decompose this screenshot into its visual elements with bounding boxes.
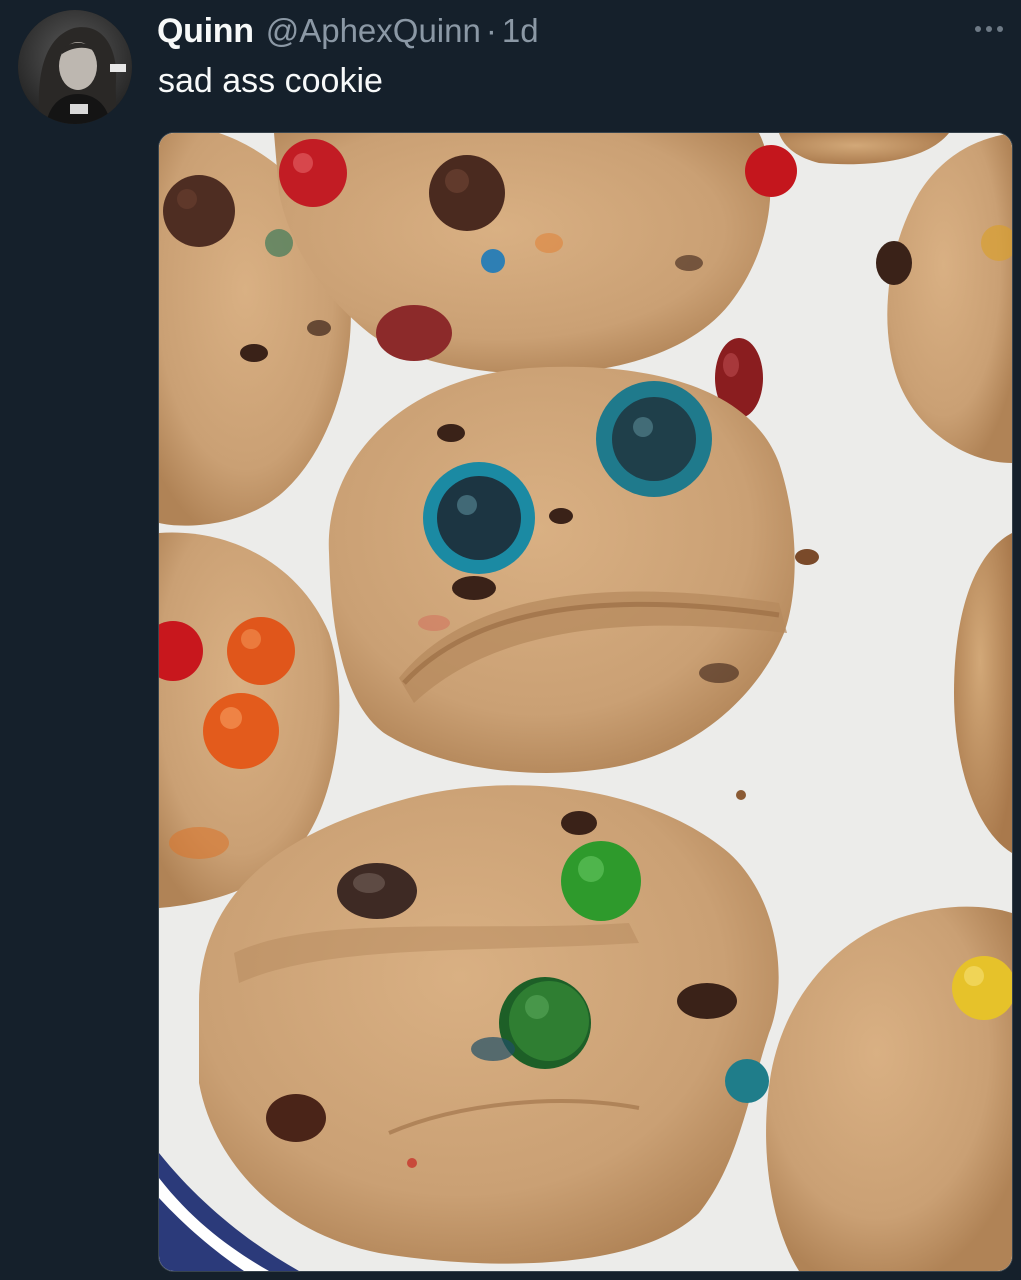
- more-horizontal-icon: [975, 26, 1003, 32]
- tweet-text: sad ass cookie: [158, 62, 383, 100]
- avatar-photo: [18, 10, 132, 124]
- tweet-photo[interactable]: [158, 132, 1013, 1272]
- cookie-photo: [159, 133, 1012, 1271]
- display-name[interactable]: Quinn: [157, 12, 254, 51]
- more-button[interactable]: [971, 14, 1007, 44]
- avatar[interactable]: [18, 10, 132, 124]
- tweet[interactable]: Quinn @AphexQuinn · 1d sad ass cookie: [0, 0, 1021, 1280]
- separator-dot: ·: [485, 12, 497, 49]
- timestamp[interactable]: 1d: [502, 12, 539, 50]
- user-handle[interactable]: @AphexQuinn: [266, 12, 481, 50]
- tweet-header: Quinn @AphexQuinn · 1d: [157, 6, 539, 56]
